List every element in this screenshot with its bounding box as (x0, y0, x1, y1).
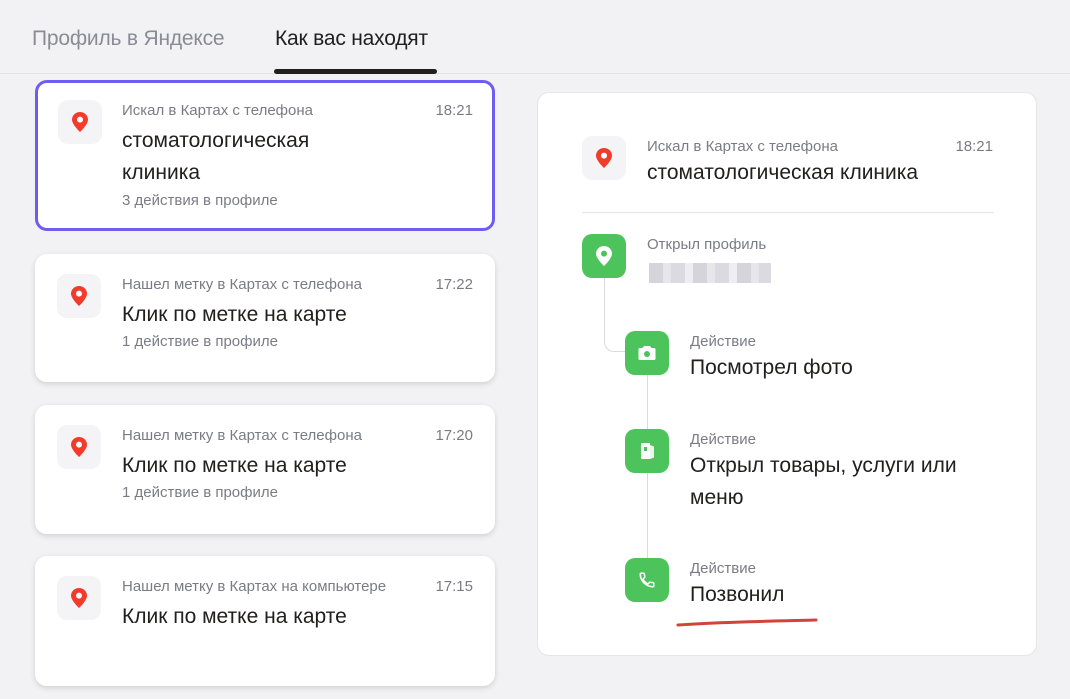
annotation-underline (676, 618, 818, 627)
action-text: Позвонил (690, 583, 785, 606)
profile-step-label: Открыл профиль (647, 236, 767, 253)
action-label: Действие (690, 431, 756, 448)
event-time: 17:15 (435, 578, 473, 595)
timeline-line (647, 374, 648, 574)
event-action-count: 1 действие в профиле (122, 484, 278, 501)
event-source: Искал в Картах с телефона (122, 102, 313, 119)
camera-icon (625, 331, 669, 375)
event-time: 18:21 (435, 102, 473, 119)
detail-source: Искал в Картах с телефона (647, 138, 838, 155)
map-pin-icon (582, 136, 626, 180)
event-action-count: 1 действие в профиле (122, 333, 278, 350)
action-label: Действие (690, 333, 756, 350)
event-card[interactable]: Нашел метку в Картах на компьютере 17:15… (35, 556, 495, 686)
event-title: Клик по метке на карте (122, 303, 347, 326)
active-tab-indicator (274, 69, 437, 74)
event-card[interactable]: Нашел метку в Картах с телефона 17:20 Кл… (35, 405, 495, 534)
event-card[interactable]: Искал в Картах с телефона 18:21 стоматол… (35, 80, 495, 231)
tab-how-you-are-found[interactable]: Как вас находят (275, 27, 428, 51)
map-pin-icon (58, 100, 102, 144)
event-source: Нашел метку в Картах с телефона (122, 276, 362, 293)
map-pin-icon (57, 425, 101, 469)
menu-book-icon (625, 429, 669, 473)
tab-bar: Профиль в Яндексе Как вас находят (0, 0, 1070, 74)
event-title: Клик по метке на карте (122, 454, 347, 477)
blurred-profile-name (649, 263, 771, 283)
event-title: стоматологическая клиника (122, 129, 310, 184)
map-pin-icon (57, 274, 101, 318)
event-detail-panel: Искал в Картах с телефона 18:21 стоматол… (537, 92, 1037, 656)
divider (582, 212, 994, 213)
event-source: Нашел метку в Картах с телефона (122, 427, 362, 444)
map-pin-icon (57, 576, 101, 620)
detail-title: стоматологическая клиника (647, 161, 919, 184)
action-label: Действие (690, 560, 756, 577)
event-time: 17:20 (435, 427, 473, 444)
event-title: Клик по метке на карте (122, 605, 347, 628)
timeline-connector (604, 267, 626, 352)
tab-profile-in-yandex[interactable]: Профиль в Яндексе (32, 27, 225, 51)
event-action-count: 3 действия в профиле (122, 192, 278, 209)
phone-icon (625, 558, 669, 602)
location-pin-icon (582, 234, 626, 278)
event-source: Нашел метку в Картах на компьютере (122, 578, 387, 595)
action-text: Посмотрел фото (690, 356, 853, 379)
event-card[interactable]: Нашел метку в Картах с телефона 17:22 Кл… (35, 254, 495, 382)
detail-time: 18:21 (955, 138, 993, 155)
event-time: 17:22 (435, 276, 473, 293)
action-text: Открыл товары, услуги или меню (690, 454, 957, 509)
